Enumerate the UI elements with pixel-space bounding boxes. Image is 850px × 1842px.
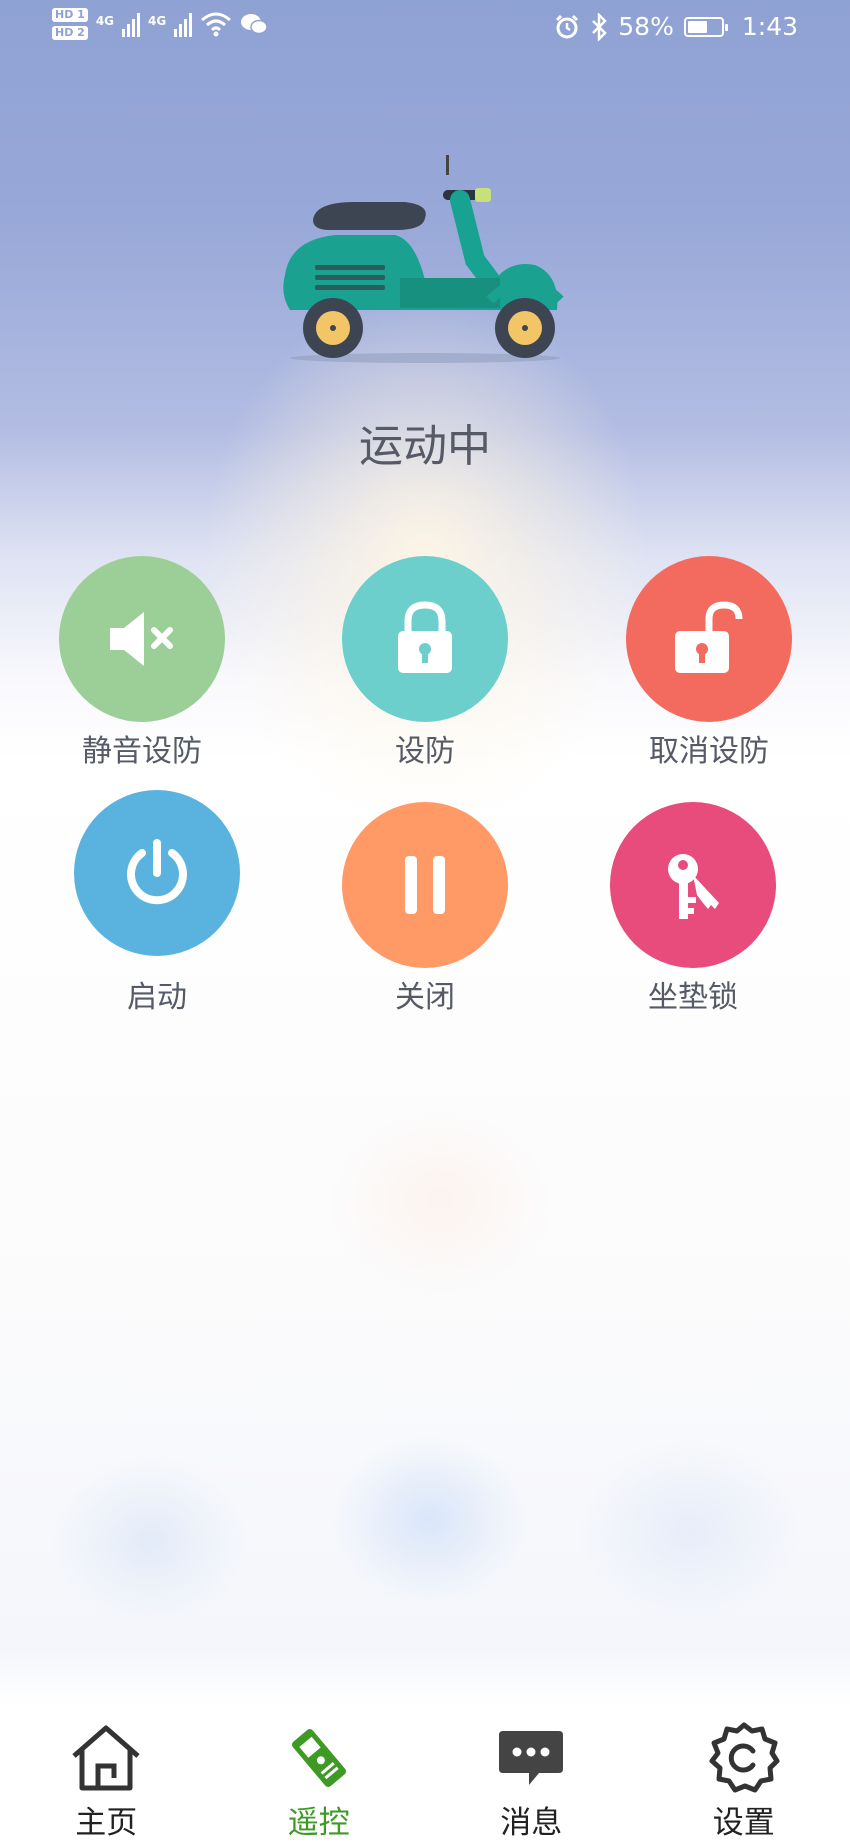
status-bar: HD 1 HD 2 4G 4G 58% 1:43 (0, 0, 850, 60)
hd-1-badge: HD 1 (52, 8, 88, 22)
network-2-label: 4G (148, 14, 167, 28)
mute-arm-button[interactable] (59, 556, 225, 722)
tab-settings-label: 设置 (712, 1805, 775, 1841)
tab-settings[interactable]: 设置 (638, 1705, 850, 1842)
hd-badges: HD 1 HD 2 (52, 8, 88, 40)
signal-2-icon (174, 11, 193, 37)
bottom-tab-bar: 主页 遥控 消息 设置 (0, 1705, 850, 1842)
seat-lock-label: 坐垫锁 (648, 980, 738, 1015)
disarm-label: 取消设防 (649, 734, 769, 769)
tab-messages-label: 消息 (500, 1805, 563, 1841)
wechat-icon (241, 14, 268, 35)
signal-1-icon (122, 11, 141, 37)
vehicle-status: 运动中 (359, 421, 491, 472)
arm-label: 设防 (395, 734, 455, 769)
tab-remote-label: 遥控 (287, 1805, 350, 1841)
arm-button[interactable] (342, 556, 508, 722)
seat-lock-button[interactable] (610, 802, 776, 968)
tab-home-label: 主页 (75, 1805, 138, 1841)
mute-arm-label: 静音设防 (82, 734, 202, 769)
stop-button[interactable] (342, 802, 508, 968)
tab-messages[interactable]: 消息 (425, 1705, 638, 1842)
tab-home[interactable]: 主页 (0, 1705, 213, 1842)
bluetooth-icon (592, 12, 608, 41)
status-left: HD 1 HD 2 4G 4G (52, 8, 268, 40)
stop-label: 关闭 (395, 980, 455, 1015)
network-1-label: 4G (95, 14, 115, 28)
scooter-icon (283, 155, 564, 363)
start-label: 启动 (127, 980, 187, 1015)
speaker-mute-icon (110, 612, 173, 666)
lock-open-icon (675, 601, 743, 673)
settings-icon (704, 1720, 784, 1795)
start-button[interactable] (74, 790, 240, 956)
keys-icon (668, 854, 719, 919)
status-right: 58% 1:43 (554, 12, 798, 41)
alarm-icon (556, 14, 579, 38)
home-icon (66, 1720, 146, 1795)
disarm-button[interactable] (626, 556, 792, 722)
wifi-icon (201, 12, 232, 37)
remote-icon (279, 1720, 359, 1795)
tab-remote[interactable]: 遥控 (213, 1705, 426, 1842)
clock: 1:43 (741, 12, 798, 41)
power-icon (127, 839, 187, 905)
battery-fill (687, 20, 707, 33)
battery-icon (683, 16, 728, 37)
lock-closed-icon (398, 601, 452, 673)
message-icon (491, 1720, 571, 1795)
battery-percent: 58% (618, 12, 674, 41)
hd-2-badge: HD 2 (52, 26, 88, 40)
pause-icon (405, 856, 445, 914)
